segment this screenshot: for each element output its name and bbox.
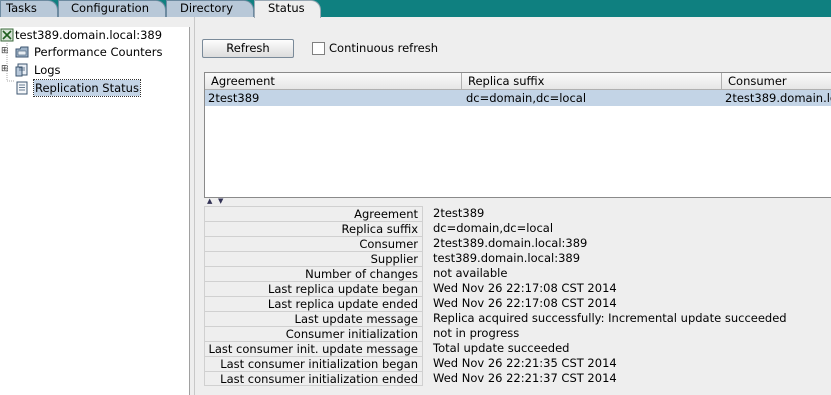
detail-label: Consumer: [204, 236, 423, 251]
tab-directory[interactable]: Directory: [166, 0, 254, 17]
column-header-consumer[interactable]: Consumer: [722, 73, 831, 90]
tab-label: Configuration: [71, 1, 149, 15]
detail-row: Consumer initialization not in progress: [204, 326, 831, 341]
detail-row: Last replica update ended Wed Nov 26 22:…: [204, 296, 831, 311]
detail-label: Supplier: [204, 251, 423, 266]
column-header-label: Consumer: [728, 74, 787, 88]
detail-row: Replica suffix dc=domain,dc=local: [204, 221, 831, 236]
detail-row: Last consumer init. update message Total…: [204, 341, 831, 356]
detail-value: Wed Nov 26 22:17:08 CST 2014: [433, 281, 617, 295]
detail-label: Number of changes: [204, 266, 423, 281]
detail-row: Last consumer initialization began Wed N…: [204, 356, 831, 371]
tab-label: Status: [268, 1, 305, 15]
column-header-label: Replica suffix: [468, 74, 545, 88]
detail-value: test389.domain.local:389: [433, 251, 581, 265]
detail-value: Replica acquired successfully: Increment…: [433, 311, 787, 325]
detail-label: Last consumer initialization began: [204, 356, 423, 371]
column-header-replica-suffix[interactable]: Replica suffix: [462, 73, 722, 90]
folder-icon: [15, 46, 29, 58]
table-cell-consumer: 2test389.domain.local:389: [725, 91, 831, 105]
column-header-label: Agreement: [211, 74, 275, 88]
status-tree: test389.domain.local:389 ⊞ Performance C…: [0, 27, 190, 395]
tree-item-label: Replication Status: [33, 79, 141, 97]
tab-label: Tasks: [6, 1, 37, 15]
tree-item-label: Logs: [34, 63, 61, 77]
tab-status[interactable]: Status: [254, 0, 321, 18]
detail-value: not in progress: [433, 326, 520, 340]
detail-value: not available: [433, 266, 508, 280]
detail-value: Wed Nov 26 22:17:08 CST 2014: [433, 296, 617, 310]
detail-label: Replica suffix: [204, 221, 423, 236]
detail-row: Agreement 2test389: [204, 206, 831, 221]
detail-label: Agreement: [204, 206, 423, 221]
detail-row: Consumer 2test389.domain.local:389: [204, 236, 831, 251]
detail-row: Last consumer initialization ended Wed N…: [204, 371, 831, 386]
collapse-up-icon[interactable]: ▲: [207, 198, 212, 205]
logs-icon: [15, 63, 28, 77]
agreements-table: Agreement Replica suffix Consumer 2test3…: [204, 72, 831, 198]
detail-label: Last replica update began: [204, 281, 423, 296]
detail-label: Consumer initialization: [204, 326, 423, 341]
detail-row: Last update message Replica acquired suc…: [204, 311, 831, 326]
detail-value: 2test389: [433, 206, 485, 220]
detail-value: Total update succeeded: [433, 341, 570, 355]
panel-splitter[interactable]: [190, 17, 195, 395]
detail-label: Last consumer initialization ended: [204, 371, 423, 386]
detail-row: Number of changes not available: [204, 266, 831, 281]
detail-value: dc=domain,dc=local: [433, 221, 554, 235]
continuous-refresh-label: Continuous refresh: [329, 41, 439, 55]
refresh-button[interactable]: Refresh: [202, 39, 294, 58]
detail-row: Supplier test389.domain.local:389: [204, 251, 831, 266]
detail-row: Last replica update began Wed Nov 26 22:…: [204, 281, 831, 296]
detail-label: Last update message: [204, 311, 423, 326]
tab-strip: Tasks Configuration Directory Status: [0, 0, 831, 18]
replication-details: Agreement 2test389 Replica suffix dc=dom…: [204, 205, 831, 395]
tree-root-label: test389.domain.local:389: [15, 28, 163, 42]
continuous-refresh-checkbox[interactable]: [312, 42, 325, 55]
detail-value: 2test389.domain.local:389: [433, 236, 588, 250]
table-cell-agreement: 2test389: [208, 91, 260, 105]
tree-connector-lines: [6, 41, 15, 82]
tab-configuration[interactable]: Configuration: [58, 0, 166, 17]
tree-item-label: Performance Counters: [34, 45, 163, 59]
server-icon: [0, 28, 14, 42]
document-icon: [16, 81, 28, 95]
table-cell-replica-suffix: dc=domain,dc=local: [466, 91, 587, 105]
refresh-button-label: Refresh: [226, 41, 270, 55]
detail-label: Last consumer init. update message: [204, 341, 423, 356]
detail-value: Wed Nov 26 22:21:37 CST 2014: [433, 371, 617, 385]
tab-label: Directory: [180, 1, 234, 15]
tab-tasks[interactable]: Tasks: [0, 0, 58, 17]
column-header-agreement[interactable]: Agreement: [205, 73, 462, 90]
collapse-down-icon[interactable]: ▼: [218, 198, 223, 205]
detail-label: Last replica update ended: [204, 296, 423, 311]
detail-value: Wed Nov 26 22:21:35 CST 2014: [433, 356, 617, 370]
split-divider[interactable]: ▲ ▼: [204, 198, 831, 205]
